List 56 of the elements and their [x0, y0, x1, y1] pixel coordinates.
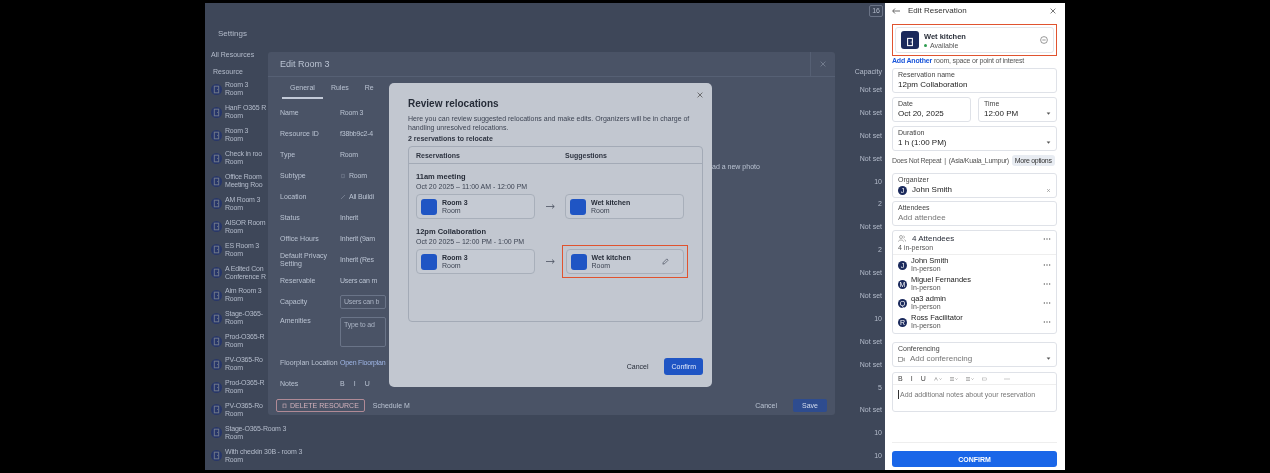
room-thumbnail: [421, 253, 437, 270]
field-value: John Smith: [912, 185, 953, 195]
image-icon[interactable]: [981, 376, 987, 381]
close-icon[interactable]: [819, 60, 827, 68]
room-thumbnail: [570, 253, 587, 270]
room-icon: [211, 335, 222, 347]
text-color-icon[interactable]: [933, 376, 942, 381]
list-icon[interactable]: [949, 376, 958, 381]
room-icon: [211, 450, 222, 462]
room-icon: [211, 175, 222, 187]
trash-icon: [282, 402, 287, 408]
dialog-title: Review relocations: [408, 98, 500, 110]
panel-title: Edit Room 3: [280, 59, 330, 69]
room-icon: [211, 106, 222, 118]
room-icon: [211, 244, 222, 256]
field-placeholder: Add attendee: [898, 213, 946, 223]
field-value: 1 h (1:00 PM): [898, 138, 947, 148]
room-icon: [211, 289, 222, 301]
panel-title: Edit Reservation: [908, 6, 967, 15]
room-icon: [211, 404, 222, 416]
clear-icon[interactable]: [1046, 187, 1051, 193]
remove-icon[interactable]: [1040, 36, 1048, 44]
list-icon[interactable]: [965, 376, 974, 381]
room-icon: [211, 221, 222, 233]
page-title: Settings: [218, 29, 248, 38]
caret-icon: [1046, 357, 1051, 360]
room-icon: [211, 358, 222, 370]
field-value: Oct 20, 2025: [898, 109, 944, 119]
close-icon[interactable]: [1049, 6, 1057, 15]
field-value: 12pm Collaboration: [898, 80, 968, 90]
room-icon: [211, 129, 222, 141]
pencil-icon[interactable]: [661, 258, 669, 265]
field-placeholder: Add conferencing: [910, 354, 973, 364]
room-icon: [211, 152, 222, 164]
video-icon: [898, 356, 905, 362]
caret-icon: [1046, 141, 1051, 144]
room-icon: [211, 198, 222, 210]
room-thumbnail: [421, 198, 437, 215]
arrow-icon: [545, 204, 555, 209]
door-icon: [340, 173, 346, 179]
room-icon: [211, 427, 222, 439]
door-icon: [901, 31, 919, 49]
field-value: 12:00 PM: [984, 109, 1019, 119]
room-thumbnail: [570, 198, 586, 215]
people-icon: [898, 235, 906, 242]
back-icon[interactable]: [892, 7, 900, 14]
caret-icon: [1046, 112, 1051, 115]
arrow-icon: [545, 259, 555, 264]
room-icon: [211, 312, 222, 324]
more-icon[interactable]: [1043, 237, 1051, 240]
room-icon: [211, 83, 222, 95]
attendees-title: 4 Attendees: [912, 234, 955, 243]
status-dot: [924, 43, 927, 47]
room-icon: [211, 381, 222, 393]
close-icon[interactable]: [696, 91, 704, 99]
room-icon: [211, 267, 222, 279]
